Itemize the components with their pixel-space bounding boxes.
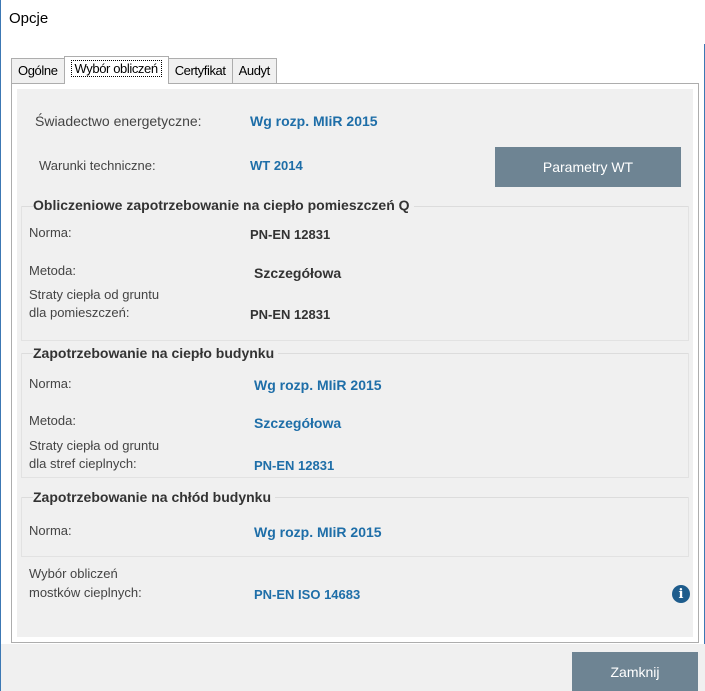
building-ground-value[interactable]: PN-EN 12831 — [254, 458, 334, 473]
tab-calculation-choice[interactable]: Wybór obliczeń — [63, 56, 169, 84]
room-ground-label-1: Straty ciepła od gruntu — [29, 287, 160, 302]
wt-parameters-button[interactable]: Parametry WT — [495, 147, 681, 187]
tab-general[interactable]: Ogólne — [11, 58, 65, 84]
panel-content: Świadectwo energetyczne: Wg rozp. MIiR 2… — [17, 89, 693, 637]
cooling-norm-label: Norma: — [29, 523, 72, 538]
building-ground-label-1: Straty ciepła od gruntu — [29, 438, 160, 453]
room-norm-value[interactable]: PN-EN 12831 — [250, 227, 330, 242]
window-title: Opcje — [9, 10, 49, 27]
room-norm-label: Norma: — [29, 225, 72, 240]
tab-audit[interactable]: Audyt — [231, 58, 277, 84]
building-method-label: Metoda: — [29, 413, 76, 428]
tab-certificate[interactable]: Certyfikat — [167, 58, 233, 84]
building-norm-value[interactable]: Wg rozp. MIiR 2015 — [254, 377, 382, 393]
bridges-value[interactable]: PN-EN ISO 14683 — [254, 587, 360, 602]
tab-label: Certyfikat — [174, 63, 226, 78]
room-ground-label-2: dla pomieszczeń: — [29, 305, 130, 320]
certificate-value[interactable]: Wg rozp. MIiR 2015 — [250, 113, 378, 129]
bridges-label-1: Wybór obliczeń — [29, 566, 118, 581]
room-ground-value[interactable]: PN-EN 12831 — [250, 307, 330, 322]
room-method-value[interactable]: Szczegółowa — [254, 265, 341, 281]
tab-label: Ogólne — [18, 63, 58, 78]
technical-conditions-value[interactable]: WT 2014 — [250, 158, 303, 173]
building-method-value[interactable]: Szczegółowa — [254, 415, 341, 431]
room-method-label: Metoda: — [29, 263, 76, 278]
building-cooling-title: Zapotrzebowanie na chłód budynku — [33, 489, 276, 505]
bridges-label-2: mostków cieplnych: — [29, 585, 142, 600]
tab-label: Wybór obliczeń — [70, 60, 162, 77]
tab-strip: Ogólne Wybór obliczeń Certyfikat Audyt — [11, 56, 277, 84]
building-ground-label-2: dla stref cieplnych: — [29, 456, 137, 471]
options-window: Opcje Ogólne Wybór obliczeń Certyfikat A… — [0, 0, 705, 691]
tab-panel: Świadectwo energetyczne: Wg rozp. MIiR 2… — [11, 83, 699, 643]
certificate-label: Świadectwo energetyczne: — [35, 113, 202, 129]
title-bar: Opcje — [1, 0, 705, 44]
room-heat-title: Obliczeniowe zapotrzebowanie na ciepło p… — [33, 197, 414, 213]
building-norm-label: Norma: — [29, 376, 72, 391]
info-icon[interactable]: i — [672, 585, 690, 603]
building-heat-title: Zapotrzebowanie na ciepło budynku — [33, 345, 279, 361]
cooling-norm-value[interactable]: Wg rozp. MIiR 2015 — [254, 524, 382, 540]
technical-conditions-label: Warunki techniczne: — [39, 158, 156, 173]
tab-label: Audyt — [238, 63, 271, 78]
close-button[interactable]: Zamknij — [572, 652, 698, 691]
